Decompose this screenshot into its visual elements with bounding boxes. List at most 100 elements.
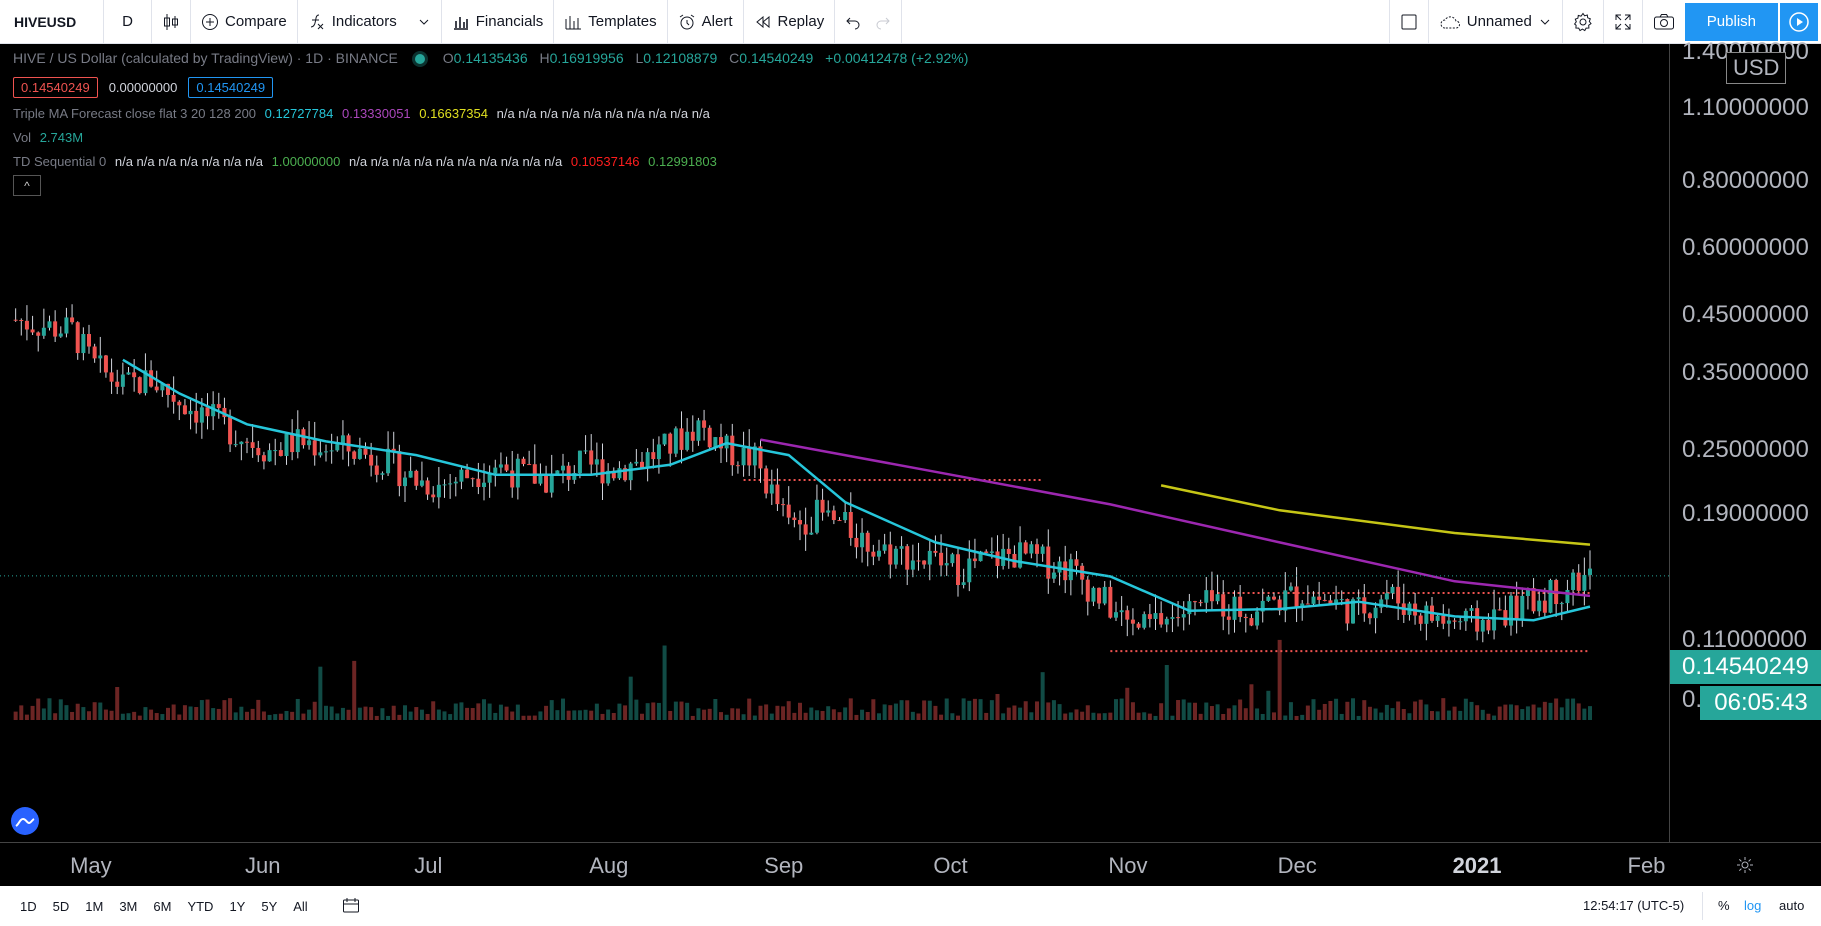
volume-bar [493,712,498,720]
chevron-down-icon[interactable] [417,15,431,29]
range-button-5d[interactable]: 5D [45,899,78,914]
candle-body [1091,587,1096,602]
settings-button[interactable] [1563,0,1604,44]
volume-bar [656,702,661,720]
gear-icon[interactable] [1735,855,1755,875]
volume-bar [843,707,848,720]
volume-bar [278,713,283,720]
range-button-ytd[interactable]: YTD [179,899,221,914]
candle-body [1339,599,1344,601]
indicators-button[interactable]: Indicators [298,0,442,44]
candle-body [431,494,436,498]
undo-icon[interactable] [845,14,861,30]
alert-label: Alert [701,13,733,30]
bid-ask-legend: 0.14540249 0.00000000 0.14540249 [13,77,278,98]
publish-video-button[interactable] [1780,2,1818,41]
compare-button[interactable]: Compare [191,0,298,44]
volume-bar [307,709,312,720]
volume-bar [194,707,199,720]
time-axis[interactable]: May Jun Jul Aug Sep Oct Nov Dec 2021 Feb [0,842,1821,886]
auto-scale-toggle[interactable]: auto [1779,898,1804,913]
range-button-all[interactable]: All [285,899,315,914]
select-layout-button[interactable] [1388,0,1429,44]
volume-bar [211,708,216,720]
price-tick: 0.80000000 [1682,167,1809,195]
market-status-icon [414,54,425,64]
range-button-1d[interactable]: 1D [12,899,45,914]
candle-body [561,465,565,471]
collapse-legend-button[interactable]: ^ [13,175,41,196]
volume-bar [414,707,419,720]
volume-bar [741,714,746,720]
volume-bar [1091,712,1096,720]
alert-button[interactable]: Alert [668,0,744,44]
candle-body [448,483,453,485]
volume-bar [92,702,97,720]
volume-bar [1272,712,1276,720]
volume-bar [126,713,131,720]
layout-name-button[interactable]: Unnamed [1429,0,1563,44]
candle-body [278,450,283,456]
bid-price-box[interactable]: 0.14540249 [13,77,98,98]
ask-price-box[interactable]: 0.14540249 [188,77,274,98]
templates-button[interactable]: Templates [554,0,668,44]
volume-bar [205,699,210,720]
range-button-3m[interactable]: 3M [111,899,145,914]
fullscreen-button[interactable] [1604,0,1643,44]
candle-body [1164,618,1169,625]
tradingview-logo-icon[interactable] [10,806,40,836]
chart-type-button[interactable] [152,0,191,44]
calendar-icon[interactable] [342,898,360,914]
candle-body [87,334,91,347]
percent-scale-toggle[interactable]: % [1718,898,1730,913]
volume-bar [606,709,611,720]
candle-body [436,484,441,498]
volume-bar [70,711,75,720]
volume-bar [30,705,35,720]
volume-bar [1108,712,1113,720]
replay-button[interactable]: Replay [744,0,836,44]
volume-bar [103,709,108,720]
redo-icon[interactable] [875,14,891,30]
td-na-values-2: n/a n/a n/a n/a n/a n/a n/a n/a n/a n/a [348,154,563,169]
candle-body [820,499,825,513]
snapshot-button[interactable] [1643,0,1685,44]
range-button-5y[interactable]: 5Y [253,899,285,914]
clock-timezone-button[interactable]: 12:54:17 (UTC-5) [1583,898,1684,913]
currency-label[interactable]: USD [1726,52,1787,84]
candle-body [628,463,633,481]
triple-ma-legend[interactable]: Triple MA Forecast close flat 3 20 128 2… [13,106,715,121]
volume-bar [814,710,819,720]
publish-button[interactable]: Publish [1684,2,1778,41]
interval-button[interactable]: D [104,0,152,44]
volume-bar [1164,664,1169,720]
candle-body [442,484,447,486]
candle-body [1452,620,1457,622]
range-button-6m[interactable]: 6M [145,899,179,914]
volume-bar [1226,708,1231,720]
range-button-1y[interactable]: 1Y [221,899,253,914]
volume-bar [1497,706,1502,720]
price-chart-canvas[interactable] [0,44,1821,886]
price-axis[interactable]: 1.400000001.100000000.800000000.60000000… [1669,38,1821,842]
candle-body [465,469,470,479]
chart-pane[interactable]: HIVE / US Dollar (calculated by TradingV… [0,38,1821,886]
volume-bar [177,714,182,720]
range-button-1m[interactable]: 1M [77,899,111,914]
candle-body [419,480,424,486]
log-scale-toggle[interactable]: log [1744,898,1761,913]
candle-body [1435,615,1440,621]
candle-body [120,374,125,387]
candle-body [318,452,323,456]
financials-button[interactable]: Financials [442,0,555,44]
volume-bar [594,703,599,720]
volume-bar [1328,700,1333,720]
volume-legend[interactable]: Vol 2.743M [13,130,88,145]
volume-bar [769,713,774,720]
volume-bar [160,714,165,720]
volume-bar [1531,704,1536,720]
td-sequential-legend[interactable]: TD Sequential 0 n/a n/a n/a n/a n/a n/a … [13,154,722,169]
gear-icon [1573,12,1592,31]
symbol-search-button[interactable]: HIVEUSD [0,0,104,44]
volume-bar [899,700,904,720]
